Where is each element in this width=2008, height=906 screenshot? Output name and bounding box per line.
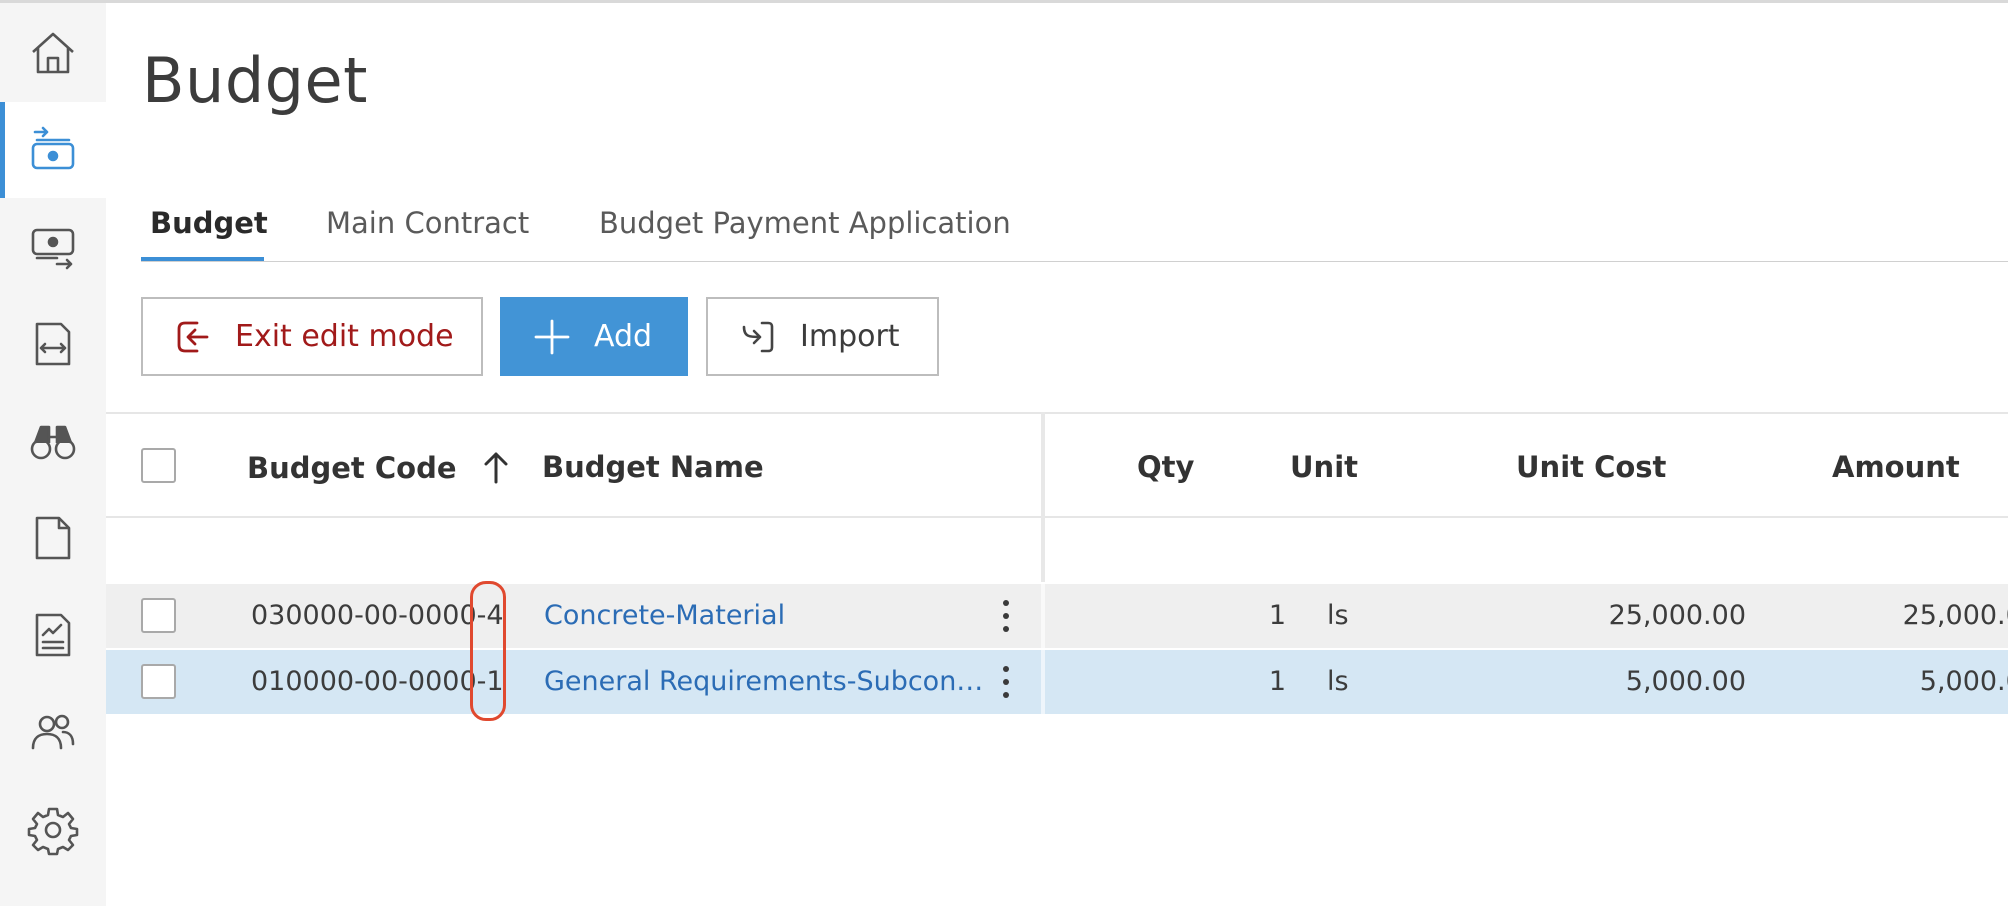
amount-cell: 5,000.00 xyxy=(1919,666,2008,697)
budget-icon xyxy=(31,126,75,170)
page-title: Budget xyxy=(142,44,368,117)
column-header-budget-name[interactable]: Budget Name xyxy=(542,450,764,484)
frozen-column-divider xyxy=(1041,412,1045,582)
top-border xyxy=(0,0,2008,3)
active-tab-indicator xyxy=(141,257,264,261)
frozen-column-divider xyxy=(1041,584,1045,648)
cost-payment-icon xyxy=(31,228,75,270)
tab-main-contract[interactable]: Main Contract xyxy=(326,206,529,261)
budget-table: Budget Code Budget Name Qty Unit Unit Co… xyxy=(106,412,2008,714)
column-header-amount[interactable]: Amount xyxy=(1832,450,1960,484)
sidebar-item-cost[interactable] xyxy=(0,198,106,294)
row-checkbox[interactable] xyxy=(141,598,176,633)
members-icon xyxy=(31,714,75,750)
exit-icon xyxy=(177,321,209,352)
frozen-column-divider xyxy=(1041,650,1045,714)
budget-name-link[interactable]: General Requirements-Subcon… xyxy=(544,666,983,697)
sidebar-item-change-orders[interactable] xyxy=(0,296,106,392)
qty-cell: 1 xyxy=(1268,666,1286,697)
sidebar-nav xyxy=(0,3,106,906)
import-icon xyxy=(742,321,774,352)
import-button[interactable]: Import xyxy=(706,297,939,376)
plus-icon xyxy=(534,319,570,354)
amount-cell: 25,000.00 xyxy=(1902,600,2008,631)
change-document-icon xyxy=(35,322,71,366)
sidebar-item-files[interactable] xyxy=(0,490,106,586)
sidebar-item-insight[interactable] xyxy=(0,393,106,489)
report-chart-icon xyxy=(35,613,71,657)
annotation-highlight xyxy=(470,581,506,721)
add-button[interactable]: Add xyxy=(500,297,688,376)
table-header: Budget Code Budget Name Qty Unit Unit Co… xyxy=(106,412,2008,518)
column-header-unit[interactable]: Unit xyxy=(1290,450,1358,484)
sidebar-item-budget[interactable] xyxy=(0,102,106,198)
budget-code-cell: 030000-00-0000-4 xyxy=(251,600,504,631)
row-more-options-icon[interactable] xyxy=(996,598,1016,634)
budget-code-cell: 010000-00-0000-1 xyxy=(251,666,504,697)
binoculars-icon xyxy=(30,425,76,460)
unit-cell: ls xyxy=(1327,600,1349,631)
row-checkbox[interactable] xyxy=(141,664,176,699)
tab-budget-payment-application[interactable]: Budget Payment Application xyxy=(599,206,1011,261)
table-row[interactable]: 030000-00-0000-4 Concrete-Material 1 ls … xyxy=(106,584,2008,648)
column-header-unit-cost[interactable]: Unit Cost xyxy=(1516,450,1666,484)
column-header-qty[interactable]: Qty xyxy=(1137,450,1194,484)
tab-bar: Budget Main Contract Budget Payment Appl… xyxy=(141,198,2008,262)
column-header-budget-code-label: Budget Code xyxy=(247,451,457,485)
sidebar-item-home[interactable] xyxy=(0,5,106,101)
tab-budget[interactable]: Budget xyxy=(150,206,268,261)
qty-cell: 1 xyxy=(1268,600,1286,631)
settings-gear-icon xyxy=(27,807,79,856)
file-icon xyxy=(35,516,71,560)
import-label: Import xyxy=(800,319,900,354)
sidebar-item-settings[interactable] xyxy=(0,782,106,878)
exit-edit-mode-label: Exit edit mode xyxy=(235,319,454,354)
select-all-checkbox[interactable] xyxy=(141,448,176,483)
home-icon xyxy=(32,32,74,74)
budget-name-link[interactable]: Concrete-Material xyxy=(544,600,785,631)
column-header-budget-code[interactable]: Budget Code xyxy=(247,450,511,485)
add-label: Add xyxy=(594,319,653,354)
sort-ascending-icon[interactable] xyxy=(481,450,511,484)
table-row[interactable]: 010000-00-0000-1 General Requirements-Su… xyxy=(106,650,2008,714)
sidebar-item-members[interactable] xyxy=(0,684,106,780)
unit-cell: ls xyxy=(1327,666,1349,697)
row-more-options-icon[interactable] xyxy=(996,664,1016,700)
sidebar-item-reports[interactable] xyxy=(0,587,106,683)
exit-edit-mode-button[interactable]: Exit edit mode xyxy=(141,297,483,376)
